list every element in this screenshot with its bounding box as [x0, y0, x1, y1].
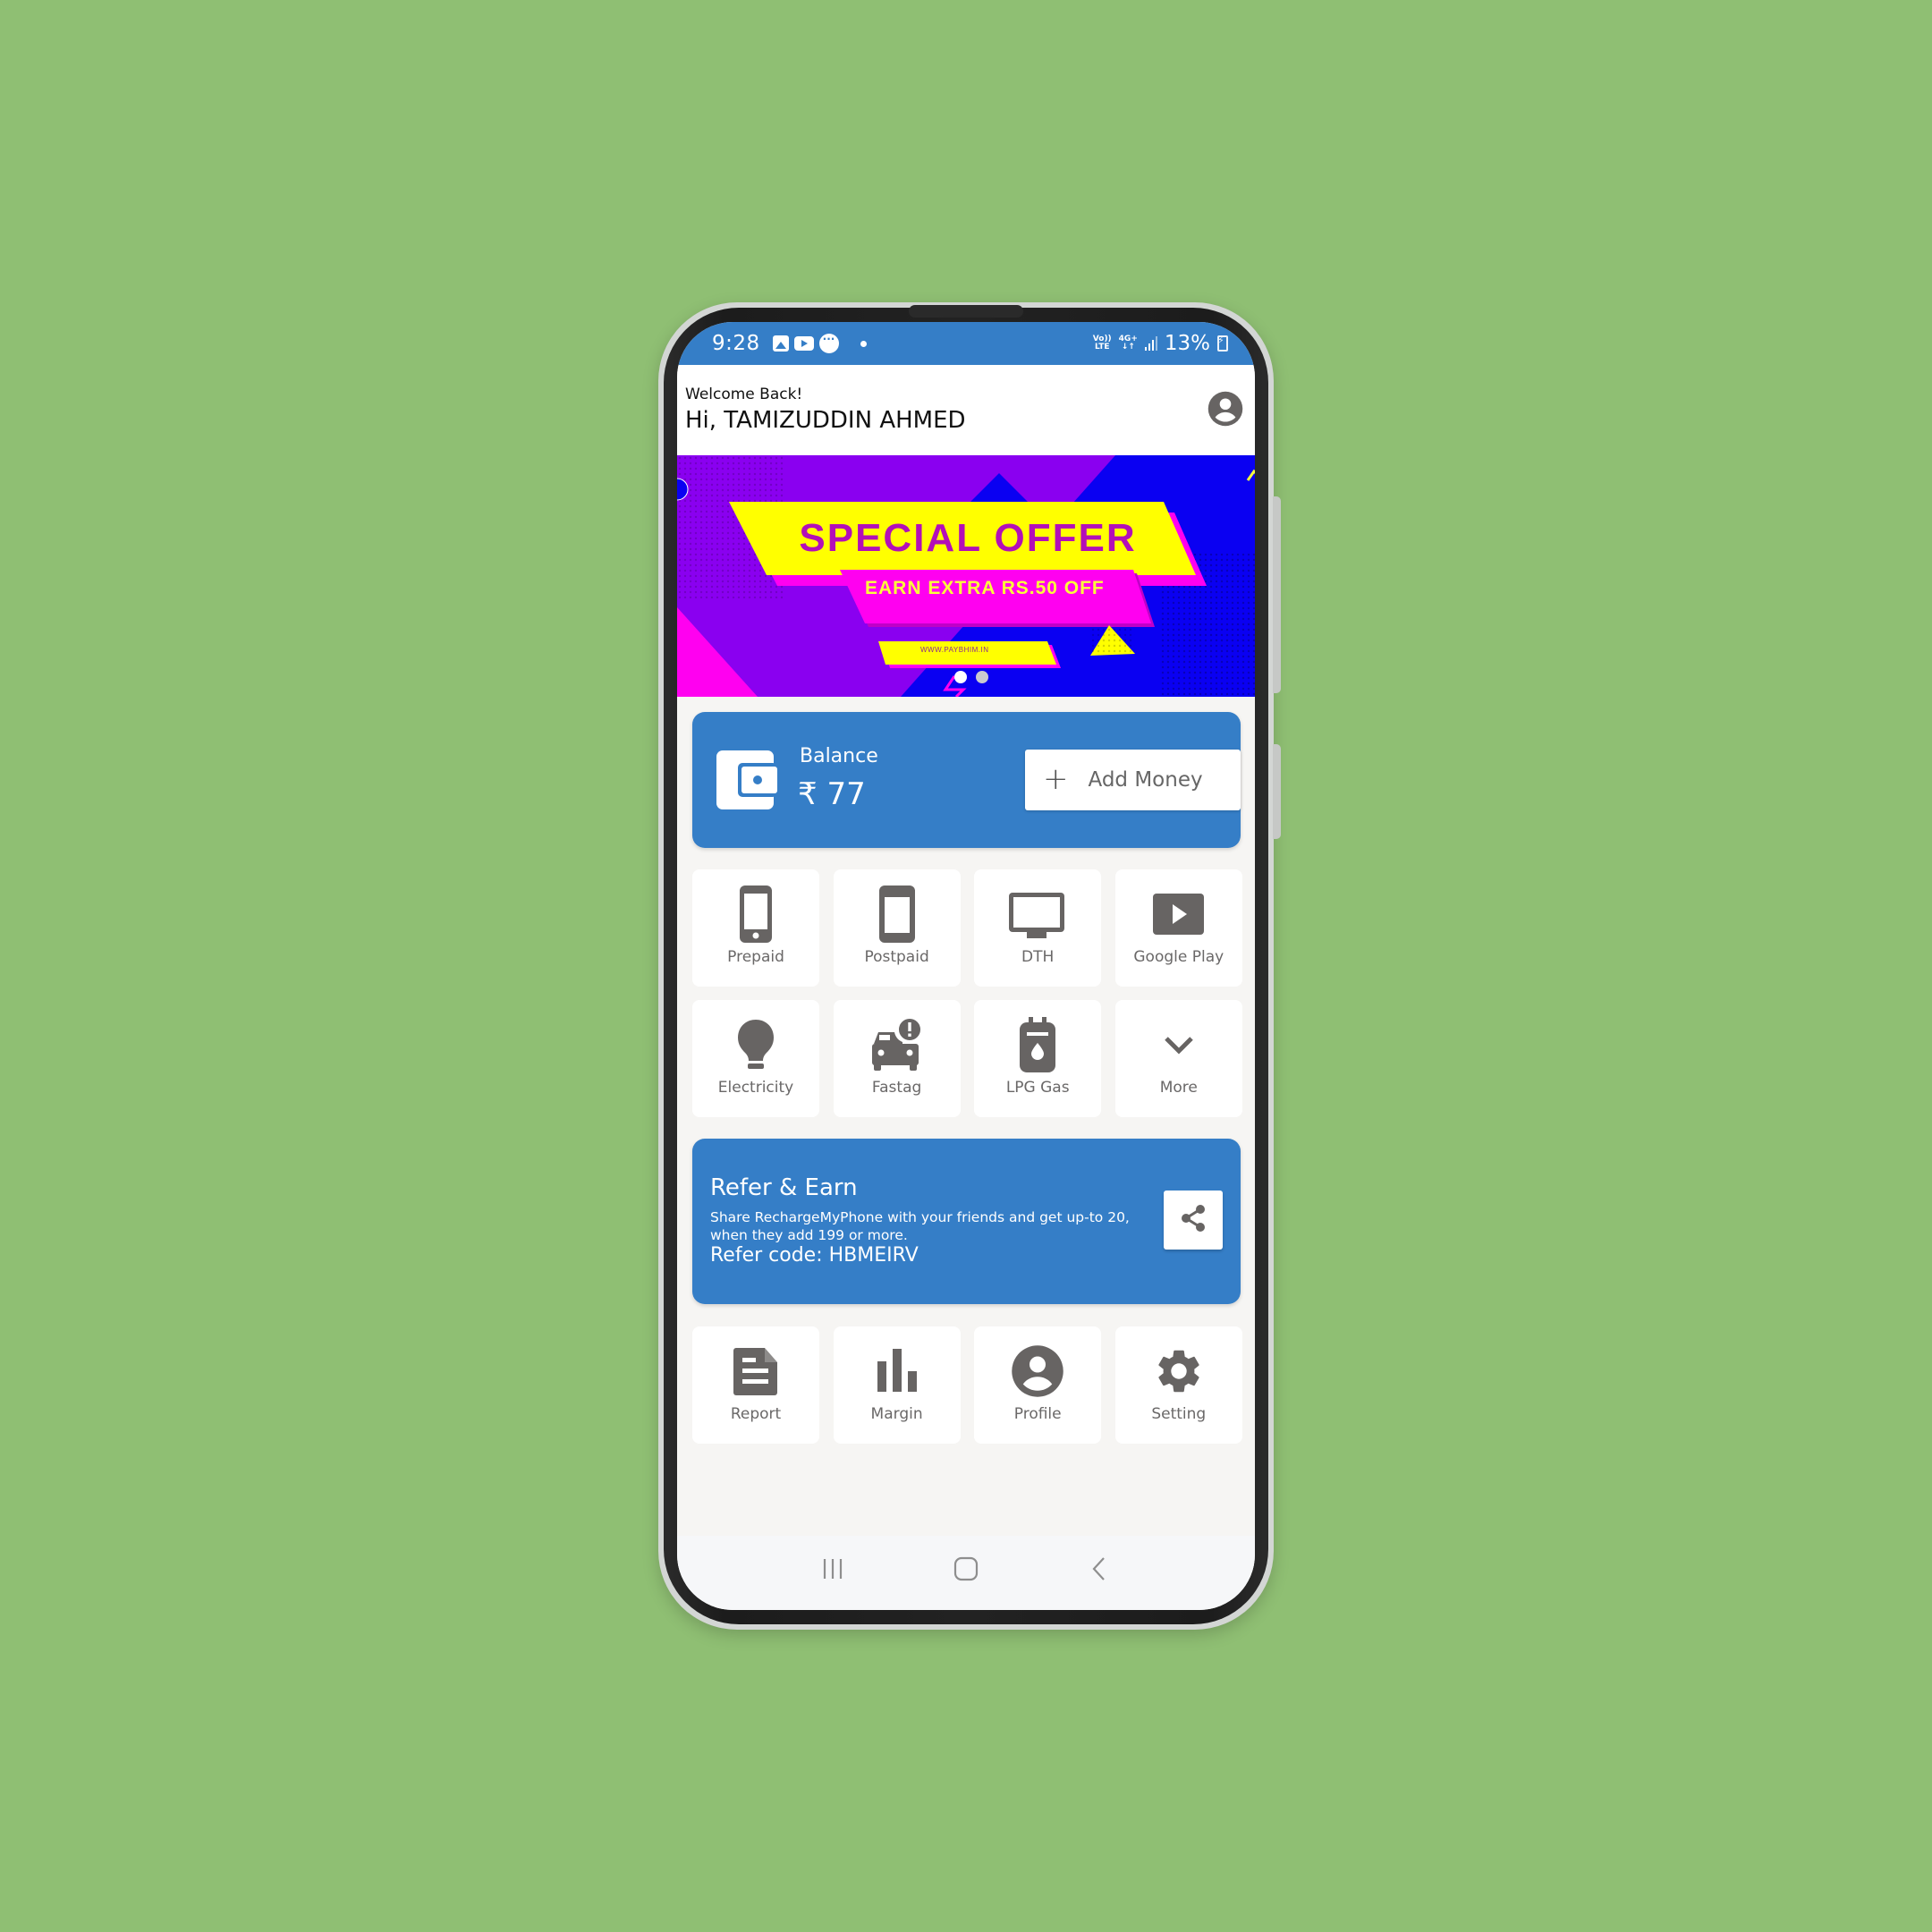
gallery-icon — [772, 335, 789, 352]
network-4g-indicator: 4G+ ↓↑ — [1118, 335, 1138, 352]
signal-icon — [1144, 336, 1157, 351]
promo-banner[interactable]: SPECIAL OFFER EARN EXTRA RS.50 OFF WWW.P… — [677, 455, 1255, 697]
plus-icon: + — [1043, 760, 1069, 797]
power-button — [1273, 744, 1281, 839]
battery-percent: 13% — [1164, 332, 1210, 355]
message-icon — [818, 333, 839, 353]
refer-earn-card: Refer & Earn Share RechargeMyPhone with … — [692, 1139, 1241, 1304]
banner-title: SPECIAL OFFER — [799, 516, 1137, 560]
service-tile-google-play[interactable]: Google Play — [1114, 869, 1242, 987]
service-tile-fastag[interactable]: Fastag — [833, 1000, 961, 1117]
chevron-down-icon — [1150, 1016, 1208, 1073]
refer-title: Refer & Earn — [710, 1174, 858, 1201]
services-grid-row-2: Electricity Fastag LPG Gas More — [692, 1000, 1242, 1117]
refer-code[interactable]: Refer code: HBMEIRV — [710, 1244, 919, 1267]
phone-android-icon — [869, 886, 926, 943]
volte-indicator: Vo)) LTE — [1092, 335, 1112, 352]
home-button[interactable] — [948, 1551, 984, 1587]
service-label: More — [1159, 1079, 1198, 1097]
service-tile-dth[interactable]: DTH — [974, 869, 1102, 987]
service-label: Prepaid — [727, 948, 784, 966]
banner-subtitle: EARN EXTRA RS.50 OFF — [865, 578, 1105, 598]
home-icon — [953, 1556, 979, 1580]
phone-speaker — [909, 305, 1023, 318]
status-bar: 9:28 Vo))LTE 4G+↓↑ 13% — [677, 322, 1255, 365]
carousel-dot-2[interactable] — [976, 671, 988, 683]
shortcut-tile-report[interactable]: Report — [692, 1326, 819, 1444]
refer-description: Share RechargeMyPhone with your friends … — [710, 1209, 1130, 1243]
add-money-label: Add Money — [1088, 768, 1203, 792]
shortcut-tile-margin[interactable]: Margin — [833, 1326, 961, 1444]
balance-amount: ₹ 77 — [798, 776, 866, 812]
more-notifications-dot — [860, 340, 867, 347]
wallet-icon — [716, 750, 777, 809]
shortcut-label: Margin — [870, 1405, 923, 1423]
service-tile-electricity[interactable]: Electricity — [692, 1000, 819, 1117]
balance-label: Balance — [800, 745, 878, 767]
back-icon — [1092, 1556, 1105, 1580]
share-icon — [1180, 1204, 1207, 1236]
youtube-icon — [793, 336, 814, 351]
back-button[interactable] — [1081, 1551, 1117, 1587]
shortcut-label: Setting — [1151, 1405, 1207, 1423]
account-circle-icon[interactable] — [1207, 390, 1244, 428]
system-nav-bar — [677, 1536, 1255, 1610]
service-label: Electricity — [717, 1079, 794, 1097]
recent-apps-icon — [824, 1558, 843, 1579]
shortcut-tile-profile[interactable]: Profile — [974, 1326, 1102, 1444]
bar-chart-icon — [869, 1343, 926, 1400]
services-grid-row-1: Prepaid Postpaid DTH Google Play — [692, 869, 1242, 987]
shortcut-label: Profile — [1013, 1405, 1062, 1423]
carousel-indicator — [954, 671, 988, 683]
service-label: DTH — [1021, 948, 1055, 966]
app-header: Welcome Back! Hi, TAMIZUDDIN AHMED — [677, 365, 1255, 455]
carousel-dot-1[interactable] — [954, 671, 967, 683]
banner-graphic — [677, 455, 1255, 697]
battery-charging-icon — [1217, 335, 1228, 352]
lightbulb-icon — [727, 1016, 784, 1073]
play-icon — [1150, 886, 1208, 943]
service-tile-lpg-gas[interactable]: LPG Gas — [974, 1000, 1102, 1117]
car-alert-icon — [869, 1016, 926, 1073]
service-tile-prepaid[interactable]: Prepaid — [692, 869, 819, 987]
balance-card: Balance ₹ 77 + Add Money — [692, 712, 1241, 848]
profile-icon — [1009, 1343, 1066, 1400]
report-icon — [727, 1343, 784, 1400]
service-label: Fastag — [871, 1079, 922, 1097]
recent-apps-button[interactable] — [815, 1551, 851, 1587]
service-label: LPG Gas — [1005, 1079, 1070, 1097]
shortcut-label: Report — [730, 1405, 782, 1423]
service-label: Postpaid — [864, 948, 929, 966]
gear-icon — [1150, 1343, 1208, 1400]
user-greeting: Hi, TAMIZUDDIN AHMED — [685, 407, 966, 434]
service-tile-postpaid[interactable]: Postpaid — [833, 869, 961, 987]
shortcut-tile-setting[interactable]: Setting — [1114, 1326, 1242, 1444]
banner-url: WWW.PAYBHIM.IN — [920, 646, 989, 654]
volume-button — [1273, 496, 1281, 693]
smartphone-icon — [727, 886, 784, 943]
status-time: 9:28 — [712, 332, 760, 355]
service-label: Google Play — [1133, 948, 1224, 966]
share-button[interactable] — [1164, 1191, 1223, 1250]
service-tile-more[interactable]: More — [1114, 1000, 1242, 1117]
phone-screen: 9:28 Vo))LTE 4G+↓↑ 13% Welcome Back! Hi,… — [677, 322, 1255, 1610]
add-money-button[interactable]: + Add Money — [1025, 750, 1241, 810]
welcome-text: Welcome Back! — [685, 386, 803, 403]
gas-cylinder-icon — [1009, 1016, 1066, 1073]
shortcuts-grid: Report Margin Profile Setting — [692, 1326, 1242, 1444]
tv-icon — [1009, 886, 1066, 943]
